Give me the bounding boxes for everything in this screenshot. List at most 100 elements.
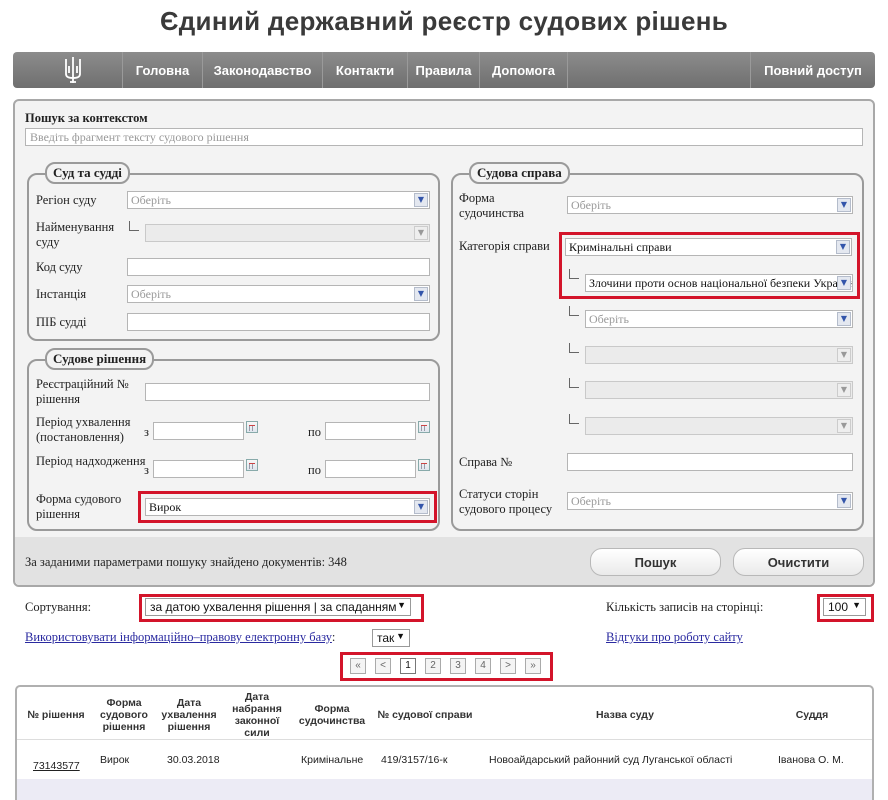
row-case-number: 419/3157/16-к: [381, 754, 448, 766]
th-judge: Суддя: [795, 709, 829, 721]
highlight-box-sorting: [139, 594, 424, 622]
case-number-input[interactable]: [567, 453, 853, 471]
per-page-label: Кількість записів на сторінці:: [606, 600, 764, 614]
th-effective-date: Дата набрання законної сили: [232, 691, 282, 739]
site-title: Єдиний державний реєстр судових рішень: [159, 6, 729, 36]
adopt-to-input[interactable]: [325, 422, 416, 440]
search-button[interactable]: Пошук: [590, 548, 721, 576]
reg-number-input[interactable]: [145, 383, 430, 401]
tree-connector-icon: [569, 343, 579, 353]
th-procedure-form: Форма судочинства: [298, 703, 366, 727]
highlight-box-decision-form: [138, 491, 437, 523]
row-adopt-date: 30.03.2018: [167, 754, 220, 766]
chevron-down-icon: ▼: [837, 419, 851, 433]
decision-form-label: Форма судового рішення: [36, 492, 122, 521]
th-decision-form: Форма судового рішення: [100, 697, 148, 733]
receipt-to-input[interactable]: [325, 460, 416, 478]
highlight-box-per-page: [817, 594, 874, 622]
row-decision-number-link[interactable]: 73143577: [33, 760, 80, 772]
tree-connector-icon: [569, 414, 579, 424]
tree-connector-icon: [569, 378, 579, 388]
nav-full-access[interactable]: Повний доступ: [751, 52, 875, 88]
dropdown-arrow-icon: ▼: [396, 631, 405, 641]
th-decision-number: № рішення: [27, 709, 85, 721]
trident-logo-icon[interactable]: [13, 52, 123, 88]
context-search-label: Пошук за контекстом: [25, 111, 148, 125]
judge-input[interactable]: [127, 313, 430, 331]
nav-home[interactable]: Головна: [123, 52, 203, 88]
calendar-icon[interactable]: [246, 459, 258, 471]
decision-legend: Судове рішення: [45, 348, 155, 370]
instance-label: Інстанція: [36, 287, 87, 301]
legal-base-select[interactable]: так ▼: [372, 629, 410, 647]
court-code-label: Код суду: [36, 260, 83, 274]
nav-help[interactable]: Допомога: [480, 52, 568, 88]
procedure-form-select[interactable]: Оберіть ▼: [567, 196, 853, 214]
case-number-label: Справа №: [459, 455, 513, 469]
adopt-from-input[interactable]: [153, 422, 244, 440]
highlight-box-pagination: [340, 652, 553, 681]
nav-legislation[interactable]: Законодавство: [203, 52, 323, 88]
sub5-select[interactable]: ▼: [585, 417, 853, 435]
court-code-input[interactable]: [127, 258, 430, 276]
region-value: Оберіть: [131, 193, 171, 207]
th-adopt-date: Дата ухвалення рішення: [161, 697, 217, 733]
nav-rules[interactable]: Правила: [408, 52, 480, 88]
clear-button[interactable]: Очистити: [733, 548, 864, 576]
highlight-box-category: [559, 232, 860, 299]
search-panel: Пошук за контекстом Введіть фрагмент тек…: [13, 99, 875, 587]
instance-select[interactable]: Оберіть ▼: [127, 285, 430, 303]
context-search-input[interactable]: Введіть фрагмент тексту судового рішення: [25, 128, 863, 146]
calendar-icon[interactable]: [246, 421, 258, 433]
chevron-down-icon: ▼: [837, 383, 851, 397]
table-divider: [17, 739, 872, 740]
chevron-down-icon: ▼: [837, 312, 851, 326]
chevron-down-icon: ▼: [414, 226, 428, 240]
court-legend: Суд та судді: [45, 162, 130, 184]
sub2-value: Оберіть: [589, 312, 629, 326]
receipt-period-label: Період надходження: [36, 454, 146, 468]
chevron-down-icon: ▼: [837, 348, 851, 362]
legal-base-row: Використовувати інформаційно–правову еле…: [25, 630, 335, 645]
legal-base-colon: :: [331, 630, 336, 644]
row-judge: Іванова О. М.: [778, 754, 844, 766]
legal-base-value: так: [377, 631, 395, 645]
chevron-down-icon: ▼: [837, 494, 851, 508]
main-navbar: Головна Законодавство Контакти Правила Д…: [13, 52, 875, 88]
case-legend: Судова справа: [469, 162, 570, 184]
receipt-to-label: по: [308, 463, 321, 477]
results-table: № рішення Форма судового рішення Дата ух…: [15, 685, 874, 800]
feedback-link[interactable]: Відгуки про роботу сайту: [606, 630, 743, 645]
chevron-down-icon: ▼: [837, 198, 851, 212]
adopt-to-label: по: [308, 425, 321, 439]
th-case-number: № судової справи: [377, 709, 473, 721]
th-court-name: Назва суду: [596, 709, 654, 721]
calendar-icon[interactable]: [418, 421, 430, 433]
party-status-value: Оберіть: [571, 494, 611, 508]
sub4-select[interactable]: ▼: [585, 381, 853, 399]
region-label: Регіон суду: [36, 193, 97, 207]
procedure-form-value: Оберіть: [571, 198, 611, 212]
instance-value: Оберіть: [131, 287, 171, 301]
court-name-select[interactable]: ▼: [145, 224, 430, 242]
category-label: Категорія справи: [459, 239, 550, 253]
found-count-text: За заданими параметрами пошуку знайдено …: [25, 555, 347, 569]
table-row[interactable]: [17, 779, 872, 800]
receipt-from-label: з: [144, 463, 149, 477]
sorting-label: Сортування:: [25, 600, 92, 614]
party-status-select[interactable]: Оберіть ▼: [567, 492, 853, 510]
sub3-select[interactable]: ▼: [585, 346, 853, 364]
results-summary-bar: За заданими параметрами пошуку знайдено …: [15, 537, 873, 585]
calendar-icon[interactable]: [418, 459, 430, 471]
adopt-period-label: Період ухвалення (постановлення): [36, 415, 131, 444]
sub2-select[interactable]: Оберіть ▼: [585, 310, 853, 328]
row-decision-form: Вирок: [100, 754, 130, 766]
legal-base-link[interactable]: Використовувати інформаційно–правову еле…: [25, 630, 332, 644]
receipt-from-input[interactable]: [153, 460, 244, 478]
court-name-label: Найменування суду: [36, 220, 115, 249]
tree-connector-icon: [569, 306, 579, 316]
adopt-from-label: з: [144, 425, 149, 439]
reg-number-label: Реєстраційний № рішення: [36, 377, 129, 406]
nav-contacts[interactable]: Контакти: [323, 52, 408, 88]
region-select[interactable]: Оберіть ▼: [127, 191, 430, 209]
